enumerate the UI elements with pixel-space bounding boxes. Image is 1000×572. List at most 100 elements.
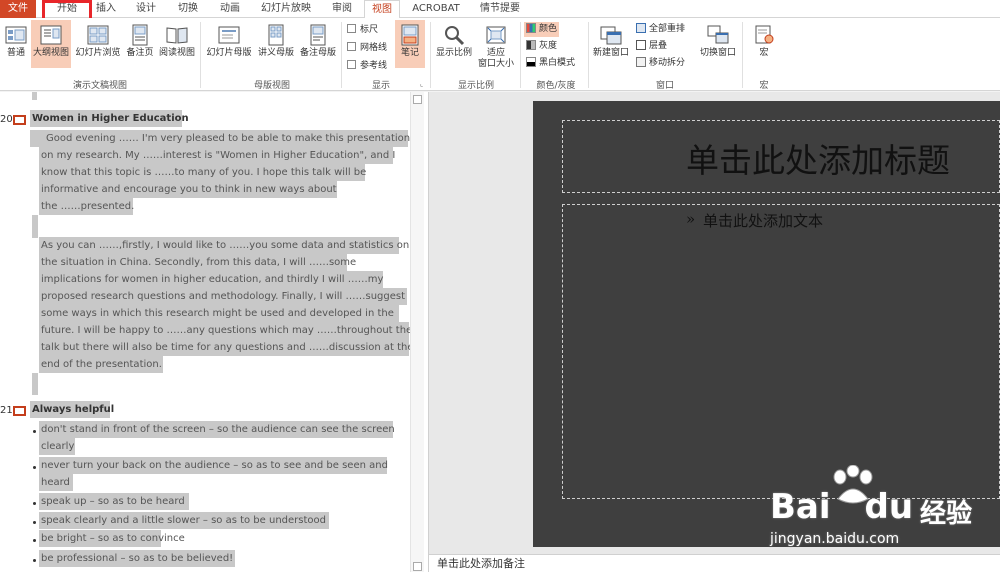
- tab-insert[interactable]: 插入: [90, 0, 122, 18]
- move-split-option[interactable]: 移动拆分: [634, 56, 687, 71]
- slide-icon[interactable]: [13, 115, 26, 125]
- notes-icon: [401, 24, 419, 46]
- arrange-all-option[interactable]: 全部重排: [634, 22, 687, 37]
- magnifier-icon: [445, 26, 465, 46]
- outline-paragraph-line[interactable]: some ways in which this research might b…: [39, 305, 399, 322]
- outline-slide-title[interactable]: Women in Higher Education: [30, 110, 189, 127]
- tab-file[interactable]: 文件: [0, 0, 36, 18]
- arrange-all-icon: [636, 23, 646, 33]
- body-placeholder-text: 单击此处添加文本: [703, 212, 824, 230]
- cascade-option[interactable]: 层叠: [634, 39, 669, 54]
- outline-paragraph-line[interactable]: Good evening …… I'm very pleased to be a…: [30, 130, 410, 147]
- slide-icon[interactable]: [13, 406, 26, 416]
- ribbon-separator: [200, 22, 201, 88]
- watermark-url: jingyan.baidu.com: [770, 531, 900, 547]
- outline-paragraph-line[interactable]: implications for women in higher educati…: [39, 271, 383, 288]
- fit-to-window-icon: [486, 26, 506, 44]
- notes-button[interactable]: 笔记: [395, 20, 425, 68]
- black-white-option[interactable]: 黑白模式: [524, 56, 577, 71]
- ribbon-separator: [341, 22, 342, 88]
- tab-storyboarding[interactable]: 情节提要: [474, 0, 526, 18]
- color-swatch-icon: [526, 23, 536, 33]
- bullet-icon: [33, 539, 36, 542]
- ribbon-view: 普通 大纲视图 幻灯片浏览 备注页 阅读视图 演示文稿视图 幻灯片母版 讲义母版: [0, 18, 1000, 91]
- tab-slideshow[interactable]: 幻灯片放映: [256, 0, 316, 18]
- gridlines-checkbox[interactable]: 网格线: [347, 42, 387, 54]
- tab-animations[interactable]: 动画: [212, 0, 248, 18]
- outline-bullet-line[interactable]: speak clearly and a little slower – so a…: [39, 512, 329, 529]
- zoom-label: 显示比例: [457, 81, 494, 91]
- color-grayscale-label: 颜色/灰度: [536, 81, 576, 91]
- baidu-logo-text: Bai du: [770, 487, 914, 527]
- outline-paragraph-line[interactable]: talk but there will also be time for any…: [39, 339, 414, 356]
- handout-master-button[interactable]: 讲义母版: [255, 24, 297, 59]
- color-option[interactable]: 颜色: [524, 22, 560, 37]
- slide-sorter-button[interactable]: 幻灯片浏览: [73, 24, 123, 59]
- guides-checkbox[interactable]: 参考线: [347, 60, 387, 72]
- grayscale-option[interactable]: 灰度: [524, 39, 559, 54]
- tab-view[interactable]: 视图: [364, 0, 400, 19]
- outline-view-icon: [40, 25, 62, 45]
- macro-icon: [755, 25, 774, 44]
- tab-transitions[interactable]: 切换: [170, 0, 206, 18]
- outline-bullet-line[interactable]: clearly: [39, 438, 75, 455]
- body-placeholder[interactable]: [562, 204, 1000, 499]
- checkbox-icon: [347, 60, 356, 69]
- outline-paragraph-line[interactable]: future. I will be happy to ……any questio…: [39, 322, 412, 339]
- powerpoint-window: 文件 开始 插入 设计 切换 动画 幻灯片放映 审阅 视图 ACROBAT 情节…: [0, 0, 1000, 572]
- macros-button[interactable]: 宏: [748, 24, 780, 59]
- tab-acrobat[interactable]: ACROBAT: [408, 0, 464, 18]
- outline-bullet-line[interactable]: be bright – so as to convince: [39, 530, 185, 547]
- outline-paragraph-line[interactable]: on my research. My ……interest is "Women …: [39, 147, 395, 164]
- scroll-up-icon[interactable]: [413, 95, 422, 104]
- outline-bullet-line[interactable]: never turn your back on the audience – s…: [39, 457, 388, 474]
- notes-placeholder-text: 单击此处添加备注: [437, 557, 525, 570]
- checkbox-icon: [347, 24, 356, 33]
- jingyan-logo-text: 经验: [920, 499, 973, 529]
- tab-design[interactable]: 设计: [128, 0, 164, 18]
- move-split-icon: [636, 57, 646, 67]
- show-label: 显示: [371, 81, 390, 91]
- baidu-watermark: Bai du 经验 jingyan.baidu.com: [770, 465, 1000, 565]
- ribbon-separator: [588, 22, 589, 88]
- outline-paragraph-line[interactable]: informative and encourage you to think i…: [39, 181, 337, 198]
- switch-window-button[interactable]: 切换窗口: [697, 24, 739, 59]
- presentation-views-label: 演示文稿视图: [72, 81, 127, 91]
- outline-paragraph-line[interactable]: end of the presentation.: [39, 356, 163, 373]
- checkbox-icon: [347, 42, 356, 51]
- black-white-swatch-icon: [526, 57, 536, 67]
- scroll-down-icon[interactable]: [413, 562, 422, 571]
- tab-review[interactable]: 审阅: [326, 0, 358, 18]
- new-window-button[interactable]: 新建窗口: [590, 24, 632, 59]
- notes-page-icon: [132, 24, 148, 46]
- outline-pane[interactable]: 20 Women in Higher Education Good evenin…: [0, 92, 428, 572]
- reading-view-button[interactable]: 阅读视图: [157, 24, 197, 59]
- outline-bullet-line[interactable]: don't stand in front of the screen – so …: [39, 421, 395, 438]
- ruler-checkbox[interactable]: 标尺: [347, 24, 378, 36]
- cascade-icon: [636, 40, 646, 50]
- normal-view-icon: [5, 26, 27, 44]
- outline-paragraph-line[interactable]: the ……presented.: [39, 198, 134, 215]
- master-views-label: 母版视图: [253, 81, 290, 91]
- dialog-launcher-icon[interactable]: ⌞: [420, 80, 423, 88]
- outline-bullet-line[interactable]: heard: [39, 474, 73, 491]
- slide-master-icon: [218, 26, 240, 44]
- outline-view-button[interactable]: 大纲视图: [31, 20, 71, 68]
- outline-paragraph-line[interactable]: proposed research questions and methodol…: [39, 288, 407, 305]
- outline-scrollbar[interactable]: [410, 92, 424, 572]
- ribbon-separator: [430, 22, 431, 88]
- outline-paragraph-line[interactable]: As you can ……,firstly, I would like to ……: [39, 237, 409, 254]
- outline-paragraph-line[interactable]: know that this topic is ……to many of you…: [39, 164, 366, 181]
- notes-master-button[interactable]: 备注母版: [297, 24, 339, 59]
- slide-master-button[interactable]: 幻灯片母版: [204, 24, 254, 59]
- outline-slide-title[interactable]: Always helpful: [30, 401, 114, 418]
- outline-paragraph-line[interactable]: the situation in China. Secondly, from t…: [39, 254, 356, 271]
- bullet-icon: [33, 502, 36, 505]
- slide-number: 21: [0, 405, 13, 416]
- zoom-button[interactable]: 显示比例: [434, 24, 474, 59]
- outline-bullet-line[interactable]: be professional – so as to be believed!: [39, 550, 235, 567]
- fit-to-window-button[interactable]: 适应 窗口大小: [475, 24, 517, 70]
- outline-bullet-line[interactable]: speak up – so as to be heard: [39, 493, 189, 510]
- notes-page-button[interactable]: 备注页: [124, 24, 156, 59]
- normal-view-button[interactable]: 普通: [2, 24, 30, 59]
